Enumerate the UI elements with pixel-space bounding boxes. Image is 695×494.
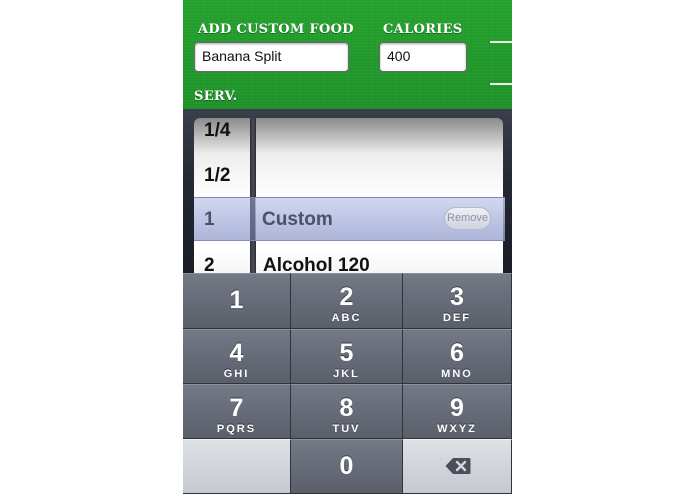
picker-selection-bar: 1 Custom Remove	[194, 197, 505, 241]
key-digit: 0	[339, 452, 354, 480]
key-letters: MNO	[441, 368, 473, 380]
key-digit: 2	[339, 283, 354, 311]
key-letters: GHI	[223, 368, 250, 380]
add-food-header: ADD CUSTOM FOOD Banana Split CALORIES 40…	[183, 0, 512, 109]
key-digit: 9	[450, 394, 464, 422]
serving-label: SERV.	[194, 89, 238, 104]
key-digit: 7	[229, 394, 244, 422]
key-1[interactable]: 1	[183, 273, 291, 329]
key-letters: ABC	[331, 312, 362, 324]
key-letters: PQRS	[216, 423, 257, 435]
key-3[interactable]: 3 DEF	[403, 273, 512, 329]
key-7[interactable]: 7 PQRS	[183, 384, 291, 439]
key-0[interactable]: 0	[291, 439, 403, 494]
selected-serving: 1	[204, 209, 215, 230]
serving-option[interactable]: 1/4	[204, 120, 230, 142]
serving-wheel[interactable]: 1/4 1/2 2	[194, 118, 250, 273]
calories-label: CALORIES	[383, 22, 463, 37]
numeric-keypad: 1 2 ABC 3 DEF 4 GHI 5 JKL 6 MNO 7 PQRS 8…	[183, 273, 512, 494]
delete-key[interactable]	[403, 439, 512, 494]
key-8[interactable]: 8 TUV	[291, 384, 403, 439]
add-custom-food-label: ADD CUSTOM FOOD	[198, 22, 354, 37]
key-letters: WXYZ	[437, 423, 477, 435]
backspace-icon	[445, 458, 471, 474]
key-digit: 1	[229, 286, 244, 314]
picker-wheels: 1/4 1/2 2 Alcohol 120	[194, 118, 503, 273]
side-tab-line-bottom	[490, 83, 512, 85]
app-screen: ADD CUSTOM FOOD Banana Split CALORIES 40…	[183, 0, 512, 494]
key-4[interactable]: 4 GHI	[183, 329, 291, 384]
key-letters: DEF	[443, 312, 471, 324]
selection-divider	[250, 198, 255, 240]
key-2[interactable]: 2 ABC	[291, 273, 403, 329]
calories-input[interactable]: 400	[379, 42, 467, 72]
key-5[interactable]: 5 JKL	[291, 329, 403, 384]
serving-option[interactable]: 1/2	[204, 165, 230, 187]
blank-key	[183, 439, 291, 494]
food-name-input[interactable]: Banana Split	[194, 42, 349, 72]
key-digit: 3	[450, 283, 464, 311]
key-letters: JKL	[333, 368, 360, 380]
side-tab-line-top	[490, 41, 512, 43]
food-wheel[interactable]: Alcohol 120	[256, 118, 503, 273]
remove-button[interactable]: Remove	[444, 207, 491, 230]
serving-option[interactable]: 2	[204, 255, 215, 273]
key-6[interactable]: 6 MNO	[403, 329, 512, 384]
selected-food: Custom	[262, 209, 333, 230]
key-digit: 4	[229, 339, 244, 367]
key-digit: 6	[450, 339, 464, 367]
key-digit: 8	[339, 394, 354, 422]
key-digit: 5	[339, 339, 354, 367]
food-option[interactable]: Alcohol 120	[263, 255, 370, 273]
key-9[interactable]: 9 WXYZ	[403, 384, 512, 439]
serving-food-picker[interactable]: 1/4 1/2 2 Alcohol 120 1 Custom Remove	[183, 109, 512, 273]
key-letters: TUV	[332, 423, 361, 435]
